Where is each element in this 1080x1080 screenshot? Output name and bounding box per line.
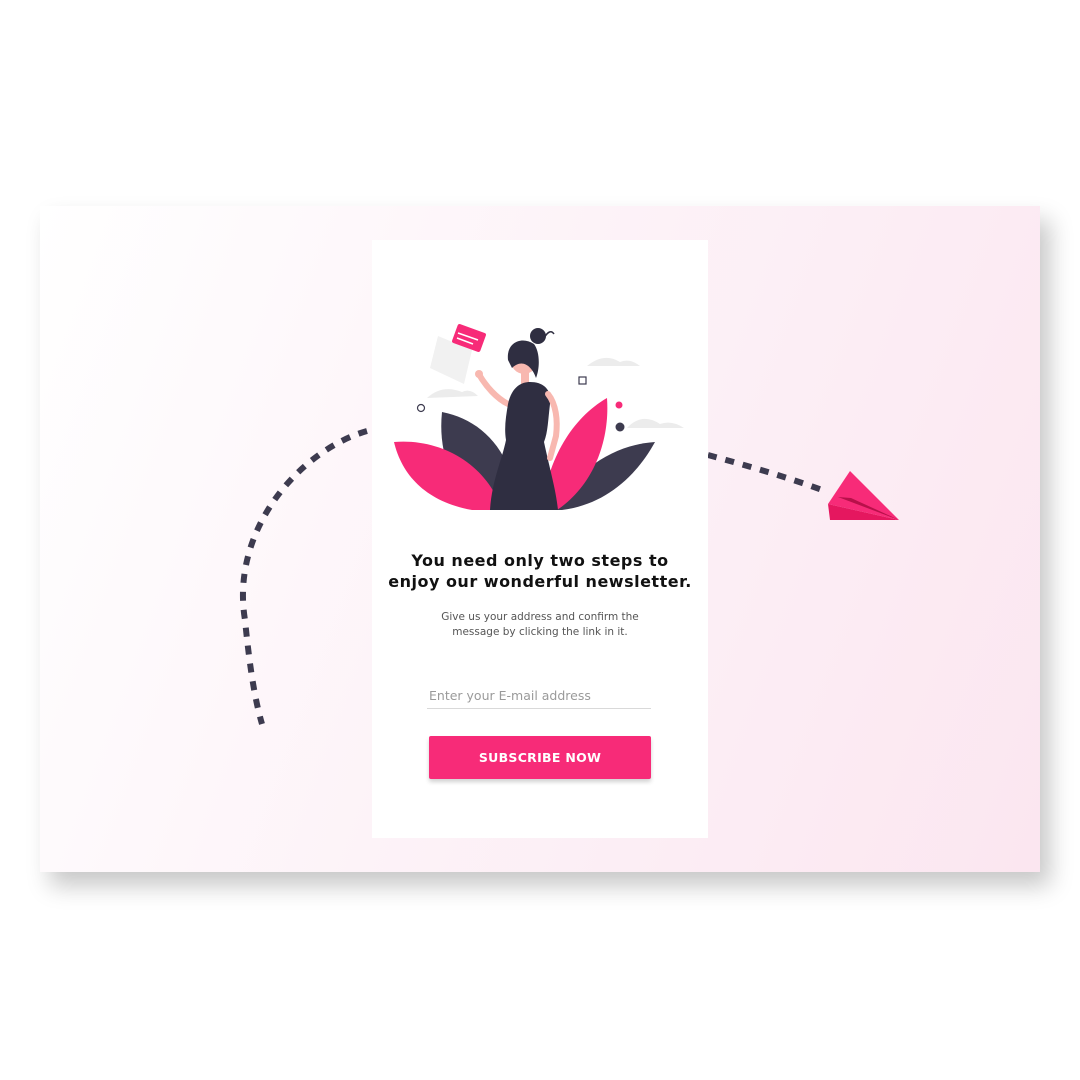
subscribe-button[interactable]: SUBSCRIBE NOW xyxy=(429,736,651,779)
subtext: Give us your address and confirm the mes… xyxy=(372,610,708,640)
headline: You need only two steps to enjoy our won… xyxy=(372,550,708,592)
email-field-wrapper xyxy=(427,684,655,709)
headline-line-1: You need only two steps to xyxy=(411,551,669,570)
woman-holding-envelope-illustration xyxy=(394,324,684,510)
newsletter-card: You need only two steps to enjoy our won… xyxy=(372,240,708,838)
email-field[interactable] xyxy=(427,684,655,706)
subtext-line-2: message by clicking the link in it. xyxy=(452,626,628,638)
headline-line-2: enjoy our wonderful newsletter. xyxy=(388,572,692,591)
subtext-line-1: Give us your address and confirm the xyxy=(441,611,639,623)
page: You need only two steps to enjoy our won… xyxy=(0,0,1080,1080)
